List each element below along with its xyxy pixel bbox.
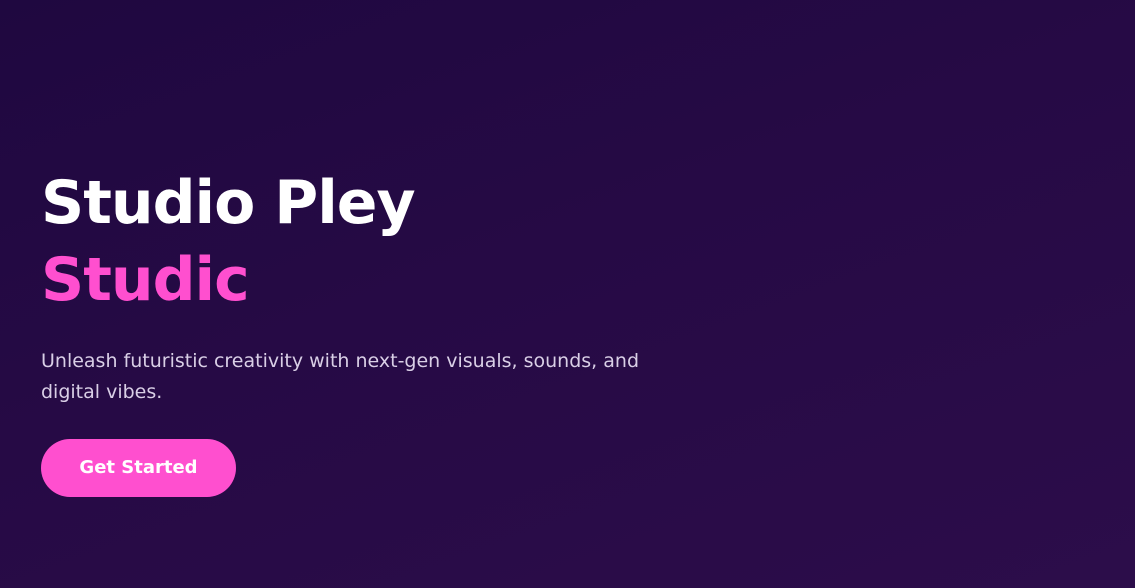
hero-subtitle: Unleash futuristic creativity with next-… bbox=[41, 350, 640, 403]
hero-title: Studio Pley Studic bbox=[41, 166, 741, 320]
hero-title-line-2: Studic bbox=[41, 245, 250, 315]
get-started-button[interactable]: Get Started bbox=[41, 439, 236, 497]
hero-title-line-1: Studio Pley bbox=[41, 168, 416, 238]
hero-section: Studio Pley Studic Unleash futuristic cr… bbox=[41, 166, 741, 497]
